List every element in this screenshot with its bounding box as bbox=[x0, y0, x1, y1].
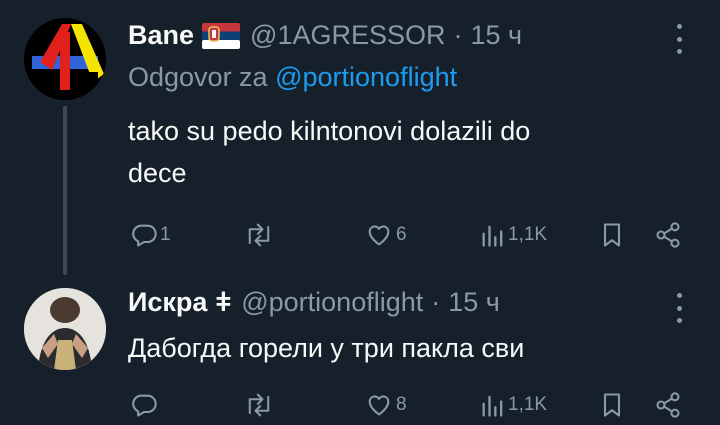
reply-button[interactable] bbox=[130, 390, 160, 420]
more-options-icon[interactable] bbox=[674, 24, 684, 54]
analytics-icon bbox=[482, 395, 503, 417]
reply-count: 1 bbox=[160, 224, 171, 245]
display-name[interactable]: Bane bbox=[128, 20, 194, 51]
tweet-text: tako su pedo kilntonovi dolazili do dece bbox=[128, 110, 688, 194]
tweet-header: Искра ǂ @portionoflight · 15 ч bbox=[128, 287, 500, 318]
tweet-2[interactable]: Искра ǂ @portionoflight · 15 ч Дабогда г… bbox=[0, 275, 720, 425]
share-icon bbox=[656, 392, 680, 418]
views-count: 1,1K bbox=[508, 224, 548, 245]
like-button[interactable]: 6 bbox=[364, 220, 407, 250]
tweet-text-line: tako su pedo kilntonovi dolazili do bbox=[128, 116, 531, 146]
reply-mention-link[interactable]: @portionoflight bbox=[275, 62, 457, 92]
share-button[interactable] bbox=[654, 390, 682, 420]
views-button[interactable]: 1,1K bbox=[480, 220, 547, 250]
action-bar: 8 1,1K bbox=[0, 390, 720, 420]
bookmark-icon bbox=[603, 393, 621, 417]
repost-button[interactable] bbox=[244, 390, 276, 420]
action-bar: 1 6 1,1K bbox=[0, 220, 720, 250]
like-count: 6 bbox=[396, 224, 407, 245]
tweet-1[interactable]: Bane @1AGRESSOR · 15 ч Odgovor za @porti… bbox=[0, 0, 720, 275]
display-name[interactable]: Искра bbox=[128, 287, 207, 318]
like-count: 8 bbox=[396, 394, 407, 415]
bookmark-icon bbox=[603, 223, 621, 247]
repost-icon bbox=[248, 393, 270, 417]
timestamp[interactable]: 15 ч bbox=[471, 20, 523, 51]
reply-context: Odgovor za @portionoflight bbox=[128, 62, 457, 93]
tweet-text-line: Дабогда горели у три пакла сви bbox=[128, 333, 525, 363]
avatar[interactable] bbox=[24, 288, 106, 370]
views-count: 1,1K bbox=[508, 394, 548, 415]
views-button[interactable]: 1,1K bbox=[480, 390, 547, 420]
user-handle[interactable]: @portionoflight bbox=[241, 287, 423, 318]
share-icon bbox=[656, 222, 680, 248]
reply-icon bbox=[132, 224, 157, 247]
bookmark-button[interactable] bbox=[600, 390, 624, 420]
repost-button[interactable] bbox=[244, 220, 276, 250]
more-options-icon[interactable] bbox=[674, 293, 684, 323]
separator-dot: · bbox=[453, 20, 463, 50]
avatar-photo-icon bbox=[24, 288, 106, 370]
bookmark-button[interactable] bbox=[600, 220, 624, 250]
serbia-flag-icon bbox=[202, 22, 241, 49]
tweet-text-line: dece bbox=[128, 158, 187, 188]
reply-icon bbox=[132, 394, 157, 417]
name-symbol: ǂ bbox=[215, 287, 232, 317]
user-handle[interactable]: @1AGRESSOR bbox=[250, 20, 445, 51]
heart-icon bbox=[368, 395, 390, 416]
tweet-header: Bane @1AGRESSOR · 15 ч bbox=[128, 20, 522, 51]
tweet-text: Дабогда горели у три пакла сви bbox=[128, 327, 688, 369]
separator-dot: · bbox=[431, 287, 441, 317]
repost-icon bbox=[248, 223, 270, 247]
like-button[interactable]: 8 bbox=[364, 390, 407, 420]
timestamp[interactable]: 15 ч bbox=[448, 287, 500, 318]
avatar-logo-icon bbox=[24, 18, 106, 100]
heart-icon bbox=[368, 225, 390, 246]
reply-button[interactable]: 1 bbox=[130, 220, 171, 250]
share-button[interactable] bbox=[654, 220, 682, 250]
reply-prefix: Odgovor za bbox=[128, 62, 268, 92]
avatar[interactable] bbox=[24, 18, 106, 100]
analytics-icon bbox=[482, 225, 503, 247]
